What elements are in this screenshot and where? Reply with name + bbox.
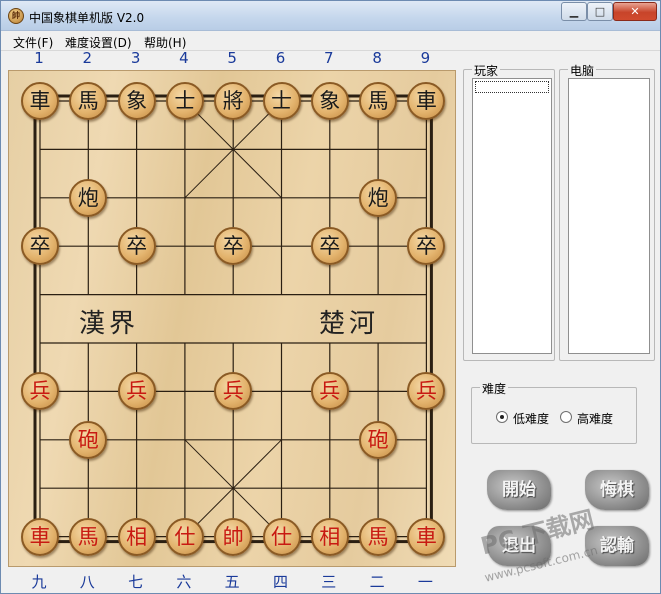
piece-red[interactable]: 車 — [21, 517, 59, 556]
file-label-top: 2 — [82, 49, 93, 67]
piece-red[interactable]: 砲 — [69, 420, 108, 459]
app-chess-icon[interactable]: 帥 — [8, 8, 24, 24]
piece-black[interactable]: 卒 — [21, 227, 59, 266]
piece-red[interactable]: 兵 — [310, 372, 349, 411]
piece-black[interactable]: 車 — [21, 82, 59, 120]
player-list-focus — [475, 81, 549, 93]
undo-button[interactable]: 悔棋 — [585, 470, 649, 510]
window-title: 中国象棋单机版 V2.0 — [29, 11, 145, 25]
piece-red[interactable]: 馬 — [359, 517, 398, 556]
player-group: 玩家 — [463, 62, 555, 361]
file-label-top: 1 — [34, 49, 44, 67]
piece-red[interactable]: 兵 — [117, 372, 156, 411]
file-label-bottom: 二 — [369, 573, 385, 591]
file-label-top: 3 — [130, 49, 141, 67]
computer-group: 电脑 — [559, 62, 655, 361]
computer-group-title: 电脑 — [568, 62, 597, 79]
file-label-bottom: 五 — [224, 573, 240, 591]
minimize-button[interactable]: ▁ — [561, 2, 587, 21]
close-button[interactable]: ✕ — [613, 2, 657, 21]
file-label-bottom: 九 — [31, 573, 47, 591]
file-label-top: 5 — [227, 49, 237, 67]
menu-bar: 文件(F) 难度设置(D) 帮助(H) — [1, 31, 660, 51]
piece-black[interactable]: 炮 — [359, 178, 398, 217]
difficulty-high-label[interactable]: 高难度 — [577, 410, 613, 427]
piece-red[interactable]: 帥 — [214, 517, 253, 556]
computer-move-list[interactable] — [568, 78, 650, 354]
start-button[interactable]: 開始 — [487, 470, 551, 510]
piece-red[interactable]: 相 — [117, 517, 156, 556]
player-group-title: 玩家 — [472, 62, 501, 79]
file-label-bottom: 三 — [321, 573, 337, 591]
piece-black[interactable]: 卒 — [117, 227, 156, 266]
piece-black[interactable]: 將 — [214, 82, 253, 120]
file-label-top: 8 — [372, 49, 382, 67]
difficulty-group: 难度 低难度 高难度 — [471, 380, 637, 444]
player-move-list[interactable] — [472, 78, 552, 354]
file-label-top: 9 — [420, 49, 431, 67]
file-label-bottom: 八 — [79, 573, 95, 591]
file-label-bottom: 六 — [176, 573, 192, 591]
piece-red[interactable]: 仕 — [165, 517, 204, 556]
maximize-button[interactable]: □ — [587, 2, 613, 21]
piece-black[interactable]: 炮 — [69, 178, 108, 217]
piece-black[interactable]: 卒 — [310, 227, 349, 266]
piece-red[interactable]: 仕 — [262, 517, 301, 556]
river-text-left: 漢界 — [79, 309, 140, 339]
difficulty-high-radio[interactable] — [560, 411, 572, 423]
difficulty-low-label[interactable]: 低难度 — [513, 410, 549, 427]
piece-black[interactable]: 象 — [117, 82, 156, 120]
piece-black[interactable]: 象 — [310, 82, 349, 120]
river-text-right: 楚河 — [319, 309, 380, 339]
difficulty-low-radio[interactable] — [496, 411, 508, 423]
piece-black[interactable]: 士 — [262, 82, 301, 120]
board-grid — [33, 94, 433, 544]
file-label-top: 7 — [324, 49, 334, 67]
title-bar[interactable]: 帥 中国象棋单机版 V2.0 ▁ □ ✕ — [1, 1, 660, 31]
file-label-top: 4 — [179, 49, 189, 67]
file-label-top: 6 — [275, 49, 286, 67]
piece-red[interactable]: 相 — [310, 517, 349, 556]
file-label-bottom: 七 — [128, 573, 144, 591]
piece-red[interactable]: 砲 — [359, 420, 398, 459]
piece-black[interactable]: 馬 — [359, 82, 398, 120]
file-label-bottom: 一 — [417, 573, 433, 591]
piece-red[interactable]: 車 — [407, 517, 446, 556]
app-window: 帥 中国象棋单机版 V2.0 ▁ □ ✕ 文件(F) 难度设置(D) 帮助(H)… — [0, 0, 661, 594]
piece-red[interactable]: 馬 — [69, 517, 108, 556]
file-label-bottom: 四 — [272, 573, 288, 591]
piece-black[interactable]: 士 — [165, 82, 204, 120]
difficulty-group-title: 难度 — [480, 380, 509, 397]
chess-board[interactable]: 漢界 楚河 車馬象士將士象馬車炮炮卒卒卒卒卒兵兵兵兵兵砲砲車馬相仕帥仕相馬車 — [8, 70, 456, 567]
